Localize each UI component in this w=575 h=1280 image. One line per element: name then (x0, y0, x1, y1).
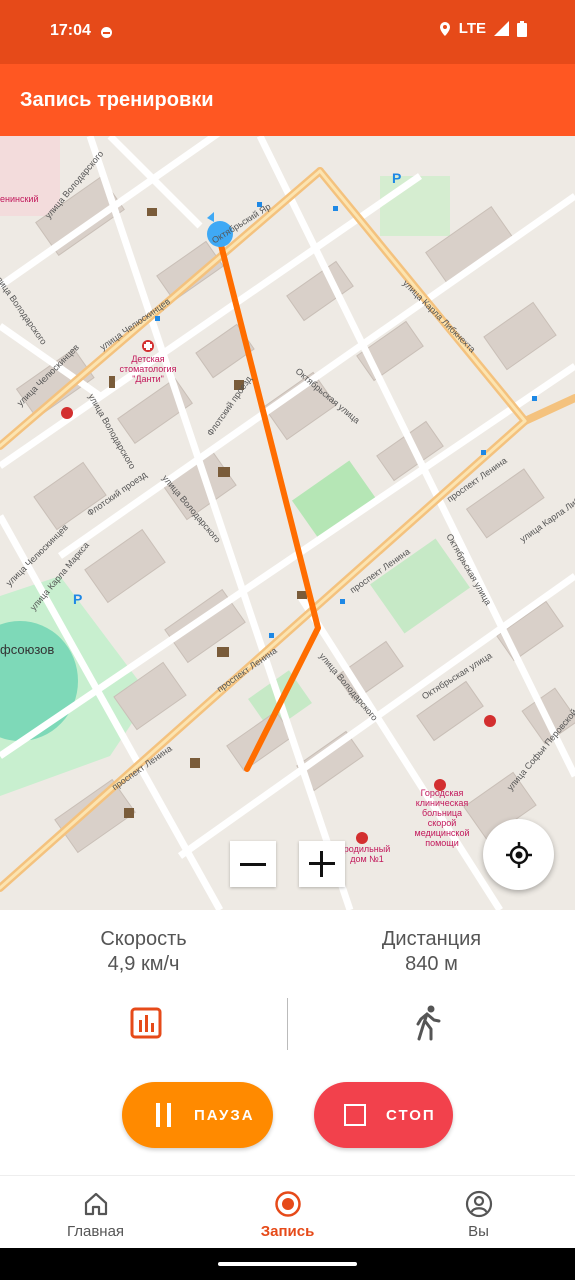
gesture-bar (0, 1248, 575, 1280)
svg-text:P: P (392, 170, 401, 186)
distance-stat: Дистанция 840 м (288, 928, 575, 976)
app-bar: Запись тренировки (0, 64, 575, 136)
bottom-navigation: Главная Запись Вы (0, 1175, 575, 1249)
battery-icon (517, 20, 527, 37)
page-title: Запись тренировки (20, 89, 214, 111)
home-icon (84, 1192, 108, 1216)
stop-button[interactable]: СТОП (314, 1082, 453, 1148)
nav-label: Вы (468, 1223, 489, 1240)
pause-label: ПАУЗА (194, 1106, 255, 1124)
zoom-out-button[interactable] (230, 841, 276, 887)
map-label: енинский (0, 194, 39, 204)
minus-icon (240, 862, 266, 866)
record-icon (275, 1191, 301, 1217)
status-icons: LTE (439, 20, 527, 37)
nav-label: Главная (66, 1223, 125, 1240)
walking-icon[interactable] (413, 1005, 443, 1041)
distance-label: Дистанция (381, 928, 482, 950)
signal-icon (494, 21, 509, 36)
network-type: LTE (458, 20, 486, 37)
chart-icon[interactable] (130, 1007, 162, 1039)
stats-divider (287, 998, 288, 1050)
svg-text:P: P (73, 591, 82, 607)
status-bar: 17:04 LTE (0, 0, 575, 64)
distance-value: 840 м (405, 953, 458, 975)
map-label: родильный дом №1 (343, 844, 391, 864)
nav-item-profile[interactable]: Вы (383, 1176, 574, 1249)
pause-icon-bar (167, 1103, 171, 1127)
map-label: фсоюзов (0, 642, 55, 657)
nav-label: Запись (260, 1223, 315, 1240)
map-label: Детская стоматология "Данти" (119, 354, 177, 384)
status-time: 17:04 (50, 22, 91, 39)
speed-label: Скорость (100, 928, 187, 950)
nav-item-record[interactable]: Запись (192, 1176, 383, 1249)
gesture-handle[interactable] (218, 1262, 357, 1266)
map-canvas: P P (0, 136, 575, 910)
profile-icon (465, 1190, 493, 1218)
speed-value: 4,9 км/ч (107, 953, 180, 975)
pause-icon (156, 1103, 160, 1127)
my-location-button[interactable] (483, 819, 554, 890)
stats-panel: Скорость 4,9 км/ч Дистанция 840 м ПАУЗА … (0, 910, 575, 1175)
zoom-in-button[interactable] (299, 841, 345, 887)
stop-label: СТОП (386, 1106, 436, 1124)
do-not-disturb-icon (101, 27, 112, 38)
pause-button[interactable]: ПАУЗА (122, 1082, 273, 1148)
nav-item-home[interactable]: Главная (0, 1176, 191, 1249)
crosshair-icon (505, 841, 532, 868)
location-icon (439, 21, 450, 36)
speed-stat: Скорость 4,9 км/ч (0, 928, 287, 976)
stop-icon (344, 1104, 366, 1126)
map-view[interactable]: P P улица Челюскинцев улица Челюскинцев … (0, 136, 575, 910)
map-label: Городская клиническая больница скорой ме… (414, 788, 470, 848)
